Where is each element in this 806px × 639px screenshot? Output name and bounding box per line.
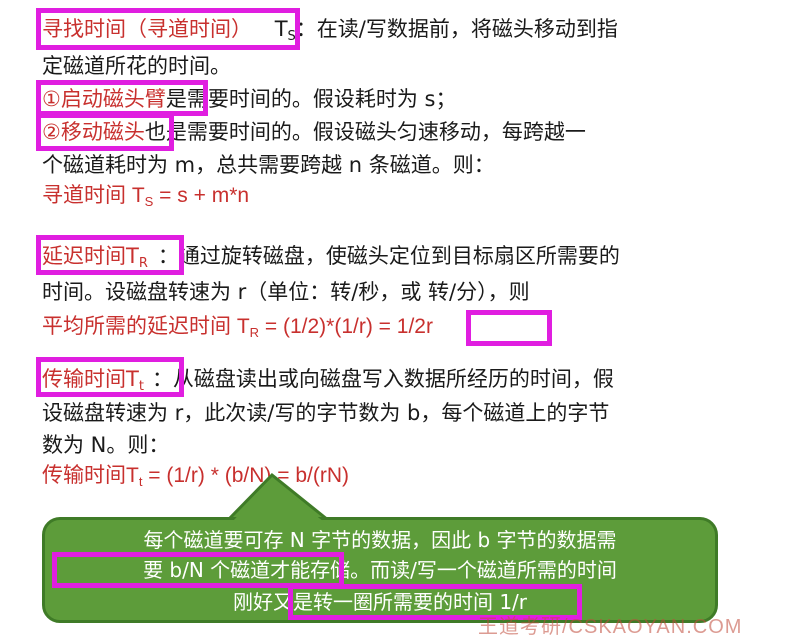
item2-label: ②移动磁头: [42, 120, 145, 144]
transfer-line-2: 设磁盘转速为 r，此次读/写的字节数为 b，每个磁道上的字节: [42, 401, 610, 425]
transfer-line-1: 传输时间Tt ：从磁盘读出或向磁盘写入数据所经历的时间，假: [42, 364, 614, 402]
seek-desc-1: ：在读/写数据前，将磁头移动到指: [295, 17, 618, 41]
transfer-desc-1: ：从磁盘读出或向磁盘写入数据所经历的时间，假: [151, 367, 614, 391]
latency-line-1: 延迟时间TR ：通过旋转磁盘，使磁头定位到目标扇区所需要的: [42, 241, 620, 279]
transfer-term: 传输时间Tt: [42, 367, 144, 394]
seek-term: 寻找时间（寻道时间）: [42, 17, 252, 41]
highlight-latency-result: [466, 310, 552, 346]
seek-formula: 寻道时间 TS = s + m*n: [42, 184, 250, 209]
item2-rest: 也是需要时间的。假设磁头匀速移动，每跨越一: [144, 120, 586, 144]
seek-symbol: TS: [274, 17, 296, 44]
seek-item-1: ①启动磁头臂是需要时间的。假设耗时为 s；: [42, 84, 456, 114]
callout-line-2: 要 b/N 个磁道才能存储。而读/写一个磁道所需的时间: [42, 556, 718, 584]
item1-label: ①启动磁头臂: [42, 87, 166, 111]
transfer-line-3: 数为 N。则：: [42, 433, 170, 457]
latency-desc-1: ：通过旋转磁盘，使磁头定位到目标扇区所需要的: [157, 244, 620, 268]
item1-rest: 是需要时间的。假设耗时为 s；: [165, 87, 457, 111]
latency-formula: 平均所需的延迟时间 TR = (1/2)*(1/r) = 1/2r: [42, 315, 433, 340]
latency-result: 1/2r: [396, 315, 433, 338]
callout-line-2a: 要 b/N 个磁道才能存储: [143, 558, 351, 582]
latency-term: 延迟时间TR: [42, 244, 148, 271]
seek-item-2-line-2: 个磁道耗时为 m，总共需要跨越 n 条磁道。则：: [42, 153, 495, 177]
callout-line-1: 每个磁道要可存 N 字节的数据，因此 b 字节的数据需: [143, 528, 617, 552]
callout-line-3a: 刚好又是: [232, 590, 313, 614]
watermark: 王道考研/CSKAOYAN.COM: [478, 616, 743, 638]
seek-line-1: 寻找时间（寻道时间） TS：在读/写数据前，将磁头移动到指: [42, 14, 618, 52]
callout-line-2b: 。而读/写一个磁道所需的时间: [350, 558, 617, 582]
latency-line-2: 时间。设磁盘转速为 r（单位：转/秒，或 转/分），则: [42, 280, 530, 304]
seek-line-2: 定磁道所花的时间。: [42, 54, 231, 78]
seek-item-2: ②移动磁头也是需要时间的。假设磁头匀速移动，每跨越一: [42, 117, 586, 147]
transfer-formula: 传输时间Tt = (1/r) * (b/N) = b/(rN): [42, 464, 349, 489]
